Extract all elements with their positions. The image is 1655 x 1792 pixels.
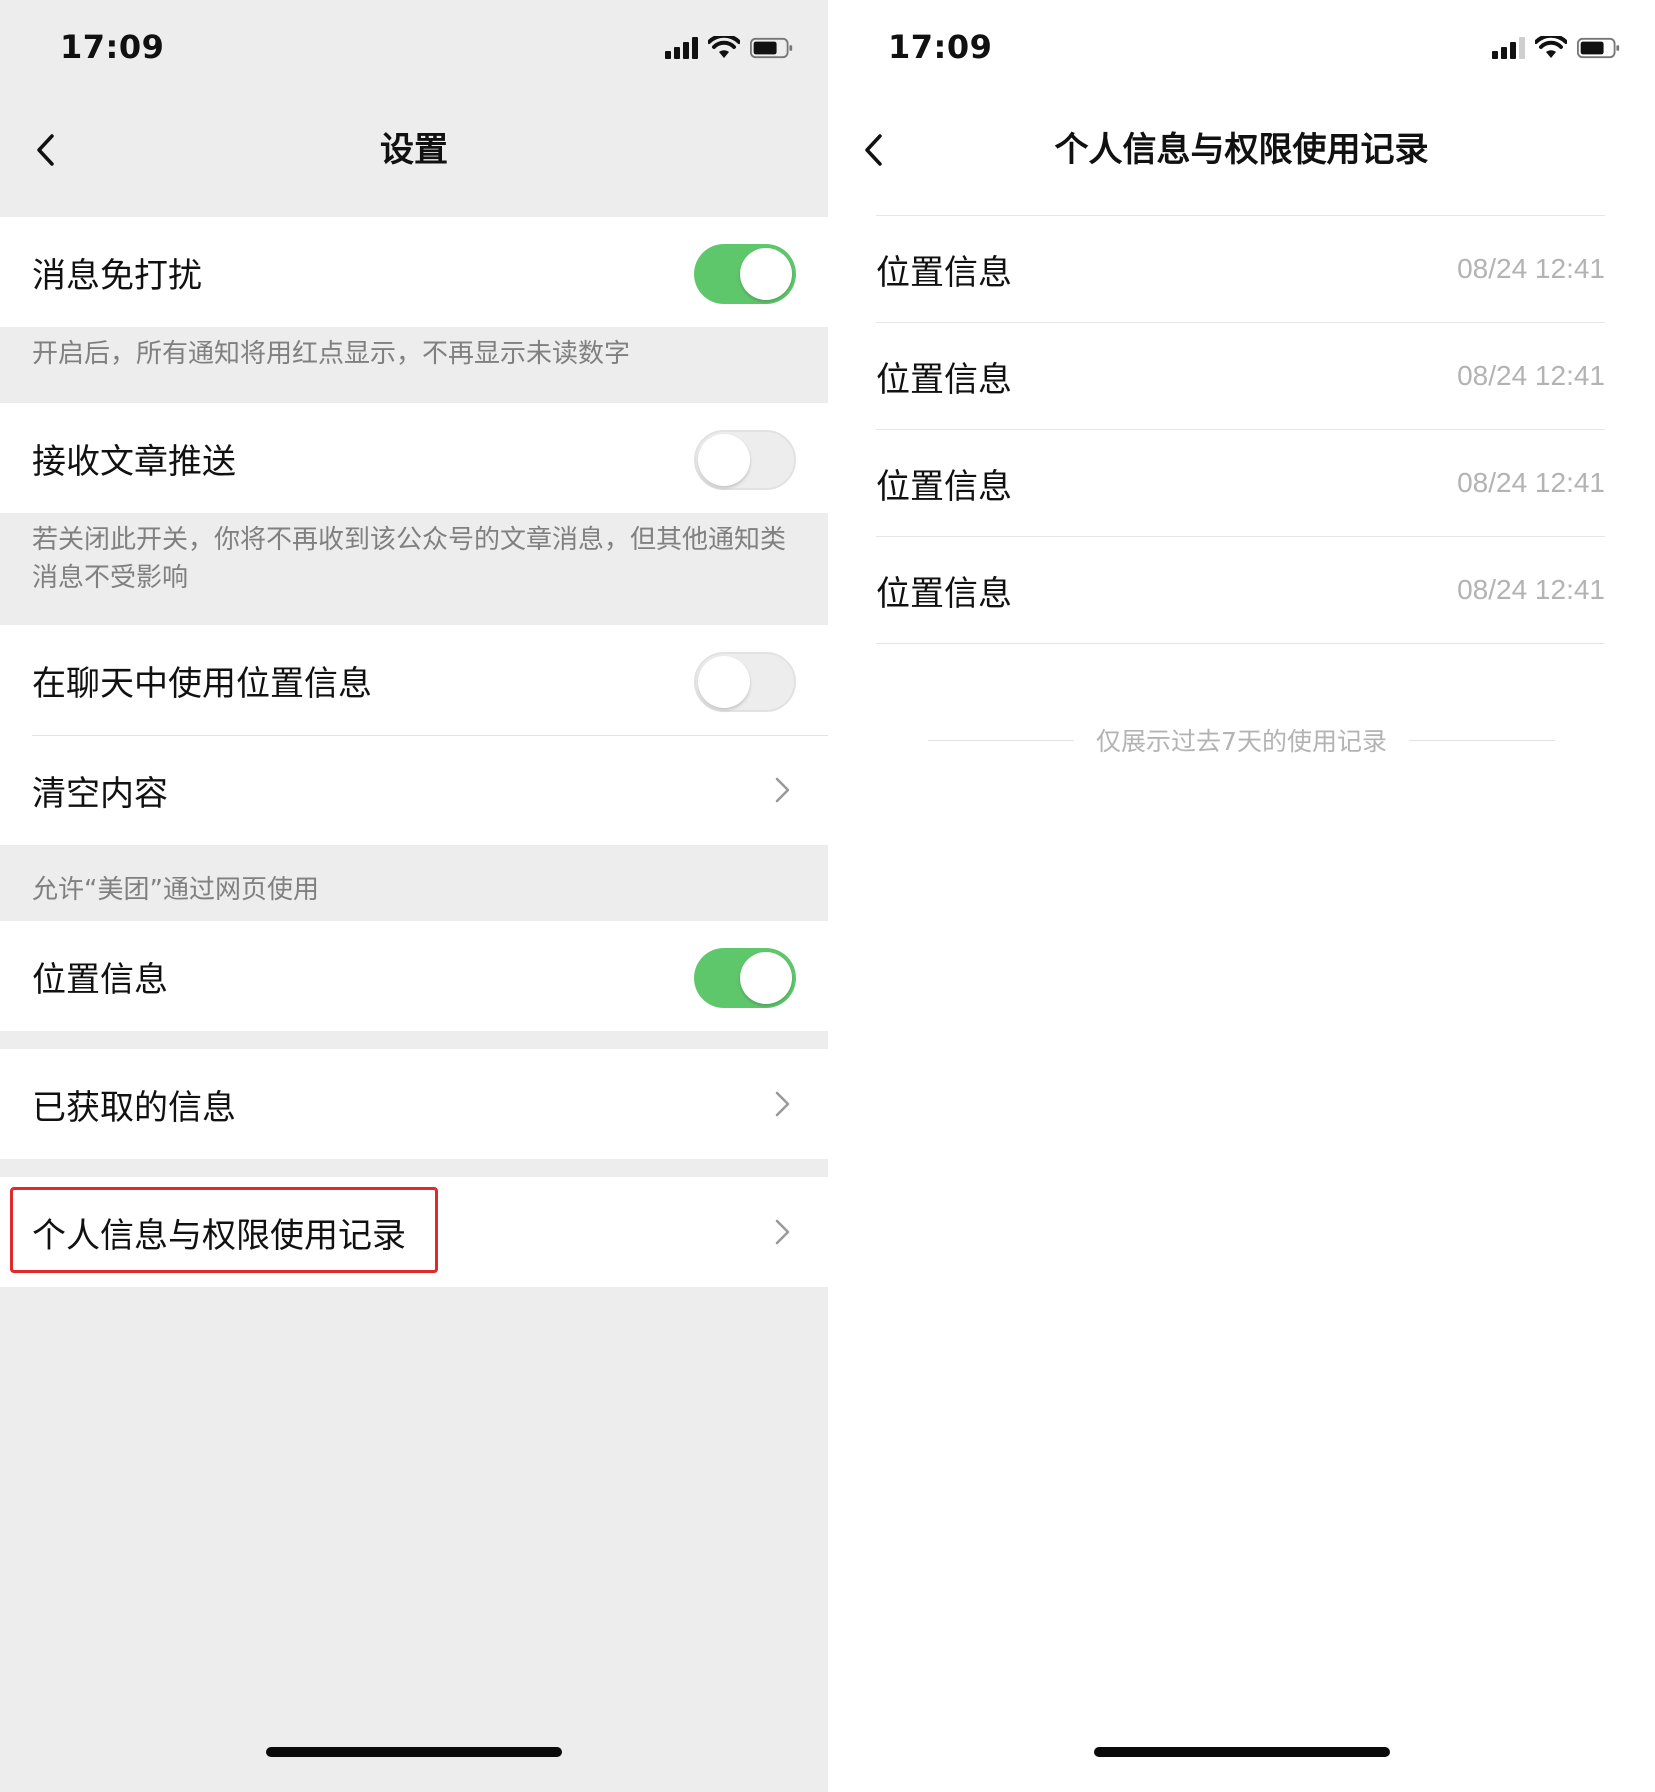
chevron-right-icon: [775, 777, 790, 803]
web-section-header: 允许“美团”通过网页使用: [32, 875, 319, 905]
dnd-note: 开启后，所有通知将用红点显示，不再显示未读数字: [32, 339, 631, 369]
record-name: 位置信息: [876, 359, 1012, 400]
record-row[interactable]: 位置信息 08/24 12:41: [876, 322, 1605, 429]
article-push-toggle[interactable]: [694, 430, 796, 490]
article-push-label: 接收文章推送: [32, 441, 236, 482]
clear-content-label: 清空内容: [32, 773, 168, 814]
location-info-toggle[interactable]: [694, 948, 796, 1008]
dnd-toggle[interactable]: [694, 244, 796, 304]
status-time: 17:09: [60, 28, 165, 66]
footer-divider: [1408, 739, 1556, 741]
dnd-row: 消息免打扰: [0, 217, 828, 327]
footer-note-text: 仅展示过去7天的使用记录: [1096, 727, 1387, 756]
article-push-row: 接收文章推送: [0, 403, 828, 513]
record-name: 位置信息: [876, 252, 1012, 293]
status-icons: [665, 36, 794, 60]
record-time: 08/24 12:41: [1457, 467, 1605, 498]
status-bar: 17:09: [828, 0, 1655, 100]
record-row[interactable]: 位置信息 08/24 12:41: [876, 536, 1605, 644]
chat-location-label: 在聊天中使用位置信息: [32, 663, 372, 704]
nav-bar: 设置: [0, 100, 828, 215]
toggle-knob: [698, 434, 750, 486]
battery-icon: [750, 37, 793, 59]
battery-icon: [1577, 37, 1620, 59]
page-title: 个人信息与权限使用记录: [1054, 130, 1429, 170]
obtained-info-row[interactable]: 已获取的信息: [0, 1049, 828, 1159]
article-push-note: 若关闭此开关，你将不再收到该公众号的文章消息，但其他通知类消息不受影响: [32, 525, 787, 593]
location-info-label: 位置信息: [32, 959, 168, 1000]
record-time: 08/24 12:41: [1457, 574, 1605, 605]
records-list: 位置信息 08/24 12:41 位置信息 08/24 12:41 位置信息 0…: [876, 215, 1605, 644]
toggle-knob: [698, 656, 750, 708]
record-name: 位置信息: [876, 466, 1012, 507]
chat-location-toggle[interactable]: [694, 652, 796, 712]
record-time: 08/24 12:41: [1457, 253, 1605, 284]
record-time: 08/24 12:41: [1457, 360, 1605, 391]
cellular-signal-icon: [665, 37, 698, 59]
records-screen: 17:09 个人信息与权限使用记录 位置信息 08/24 12:41 位置信息 …: [828, 0, 1655, 1792]
row-divider: [32, 735, 828, 736]
chat-location-row: 在聊天中使用位置信息: [0, 625, 828, 735]
chevron-right-icon: [775, 1219, 790, 1245]
wifi-icon: [708, 36, 740, 58]
footer-divider: [928, 739, 1075, 741]
dnd-label: 消息免打扰: [32, 255, 202, 296]
record-row[interactable]: 位置信息 08/24 12:41: [876, 215, 1605, 322]
wifi-icon: [1535, 36, 1567, 58]
cellular-signal-icon: [1492, 37, 1525, 59]
chevron-right-icon: [775, 1091, 790, 1117]
toggle-knob: [740, 248, 792, 300]
highlight-box: [10, 1187, 438, 1273]
home-indicator[interactable]: [266, 1747, 562, 1757]
nav-bar: 个人信息与权限使用记录: [828, 100, 1655, 215]
status-bar: 17:09: [0, 0, 828, 100]
status-icons: [1492, 36, 1621, 60]
location-info-row: 位置信息: [0, 921, 828, 1031]
status-time: 17:09: [888, 28, 993, 66]
clear-content-row[interactable]: 清空内容: [0, 735, 828, 845]
toggle-knob: [740, 952, 792, 1004]
obtained-info-label: 已获取的信息: [32, 1087, 236, 1128]
footer-note: 仅展示过去7天的使用记录: [928, 722, 1556, 758]
settings-screen: 17:09 设置 消息免打扰 开启后，所有通知将用红点显示，不再显示未读数字 接…: [0, 0, 828, 1792]
page-title: 设置: [380, 130, 448, 170]
home-indicator[interactable]: [1094, 1747, 1390, 1757]
record-row[interactable]: 位置信息 08/24 12:41: [876, 429, 1605, 536]
record-name: 位置信息: [876, 573, 1012, 614]
